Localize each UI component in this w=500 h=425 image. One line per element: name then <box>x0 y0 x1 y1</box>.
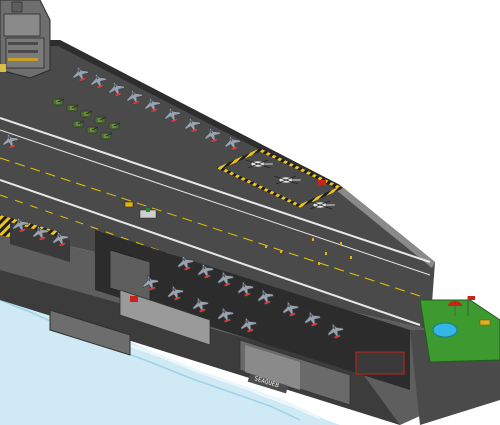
tank-icon <box>108 122 121 130</box>
carrier-scene: SEAQUEB <box>0 0 500 425</box>
tank-icon <box>72 120 85 128</box>
tank-icon <box>94 116 107 124</box>
tank-icon <box>100 132 113 140</box>
tank-icon <box>80 110 93 118</box>
island-tower <box>0 0 51 79</box>
tank-icon <box>66 104 79 112</box>
tank-icon <box>86 126 99 134</box>
bow-garden <box>419 296 500 363</box>
tank-icon <box>52 98 65 106</box>
